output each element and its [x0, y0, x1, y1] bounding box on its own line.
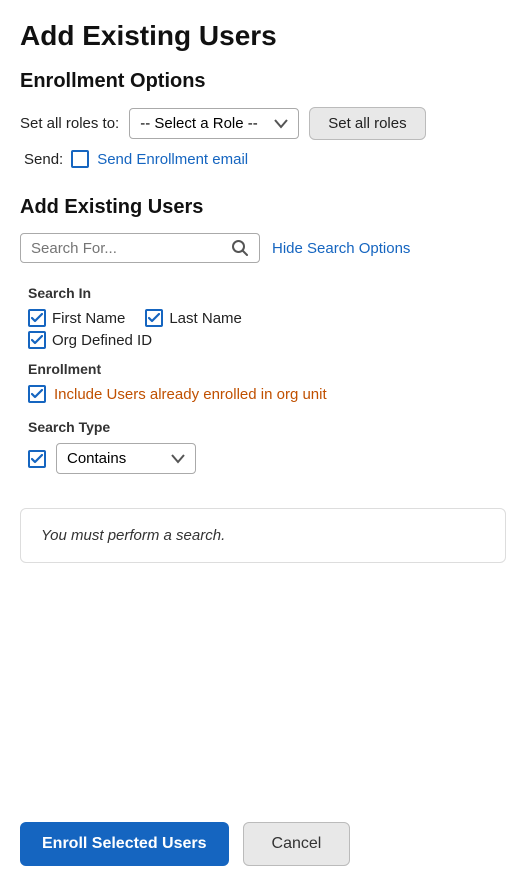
checkmark-icon	[31, 335, 43, 345]
set-all-roles-button[interactable]: Set all roles	[309, 107, 425, 140]
first-name-checkbox[interactable]	[28, 309, 46, 327]
enrollment-options-section: Enrollment Options Set all roles to: -- …	[20, 70, 506, 178]
search-type-select[interactable]: Contains	[56, 443, 196, 474]
footer-buttons: Enroll Selected Users Cancel	[20, 808, 506, 886]
checkmark-icon	[148, 313, 160, 323]
last-name-checkbox[interactable]	[145, 309, 163, 327]
include-enrolled-row: Include Users already enrolled in org un…	[28, 385, 506, 403]
set-roles-row: Set all roles to: -- Select a Role -- Se…	[20, 107, 506, 140]
add-existing-users-section: Add Existing Users Hide Search Options S…	[20, 196, 506, 482]
search-type-section: Search Type Contains	[28, 419, 506, 474]
info-message: You must perform a search.	[41, 527, 225, 544]
search-type-checkbox[interactable]	[28, 450, 46, 468]
last-name-row: Last Name	[145, 309, 242, 327]
hide-search-options-link[interactable]: Hide Search Options	[272, 240, 410, 257]
enrollment-options-heading: Enrollment Options	[20, 70, 506, 93]
include-enrolled-checkbox[interactable]	[28, 385, 46, 403]
search-bar-row: Hide Search Options	[20, 233, 506, 263]
search-icon	[231, 239, 249, 257]
last-name-label: Last Name	[169, 310, 242, 327]
page-container: Add Existing Users Enrollment Options Se…	[0, 0, 526, 886]
send-label: Send:	[24, 151, 63, 168]
checkmark-icon	[31, 389, 43, 399]
org-defined-id-label: Org Defined ID	[52, 332, 152, 349]
checkmark-icon	[31, 313, 43, 323]
search-in-label: Search In	[28, 285, 506, 301]
search-input-wrapper	[20, 233, 260, 263]
first-name-row: First Name	[28, 309, 125, 327]
enrollment-label: Enrollment	[28, 361, 506, 377]
first-name-label: First Name	[52, 310, 125, 327]
checkmark-icon	[31, 454, 43, 464]
enroll-selected-users-button[interactable]: Enroll Selected Users	[20, 822, 229, 866]
search-type-label: Search Type	[28, 419, 506, 435]
cancel-button[interactable]: Cancel	[243, 822, 351, 866]
page-title: Add Existing Users	[20, 20, 506, 52]
org-defined-id-checkbox[interactable]	[28, 331, 46, 349]
contains-select-row: Contains	[28, 443, 506, 474]
send-email-checkbox[interactable]	[71, 150, 89, 168]
search-input[interactable]	[31, 240, 225, 257]
search-in-group: First Name Last Name	[28, 309, 506, 327]
search-options-panel: Search In First Name Last Name	[20, 279, 506, 474]
spacer	[20, 579, 506, 808]
info-box: You must perform a search.	[20, 508, 506, 563]
search-icon-button[interactable]	[225, 239, 249, 257]
send-email-label: Send Enrollment email	[97, 151, 248, 168]
role-select[interactable]: -- Select a Role --	[129, 108, 299, 139]
enrollment-section: Enrollment Include Users already enrolle…	[28, 361, 506, 403]
org-defined-id-row: Org Defined ID	[28, 331, 506, 349]
send-row: Send: Send Enrollment email	[24, 150, 506, 168]
include-enrolled-label: Include Users already enrolled in org un…	[54, 386, 327, 403]
set-roles-label: Set all roles to:	[20, 115, 119, 132]
add-existing-users-heading: Add Existing Users	[20, 196, 506, 219]
